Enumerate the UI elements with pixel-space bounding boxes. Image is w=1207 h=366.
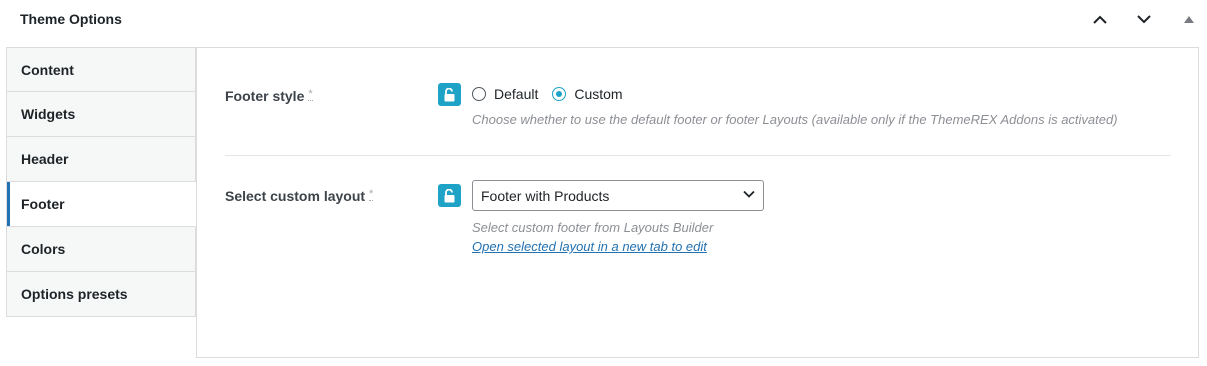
move-up-button[interactable] <box>1089 8 1111 30</box>
tab-options-presets[interactable]: Options presets <box>6 272 196 317</box>
footer-style-lock-button[interactable] <box>438 83 461 106</box>
radio-circle <box>472 87 486 101</box>
custom-layout-select-value: Footer with Products <box>481 187 610 204</box>
tab-content[interactable]: Content <box>6 47 196 92</box>
tab-widgets[interactable]: Widgets <box>6 92 196 137</box>
tab-header[interactable]: Header <box>6 137 196 182</box>
row-divider <box>225 155 1171 156</box>
chevron-down-icon <box>1137 14 1151 23</box>
footer-style-custom-radio[interactable]: Custom <box>552 86 623 102</box>
unlock-icon <box>444 188 455 202</box>
required-mark: * <box>369 188 374 201</box>
custom-layout-label: Select custom layout * <box>225 188 374 204</box>
move-down-button[interactable] <box>1133 8 1155 30</box>
options-panel: Footer style * Default Custom Choose whet… <box>196 47 1199 358</box>
custom-layout-description: Select custom footer from Layouts Builde… <box>472 220 714 235</box>
select-chevron-down-icon <box>743 190 755 198</box>
required-mark: * <box>308 88 313 101</box>
radio-circle-checked <box>552 87 567 101</box>
options-sidebar: Content Widgets Header Footer Colors Opt… <box>6 47 196 317</box>
radio-label-default: Default <box>494 86 539 102</box>
radio-label-custom: Custom <box>574 86 623 102</box>
triangle-up-icon <box>1184 15 1194 23</box>
open-layout-link[interactable]: Open selected layout in a new tab to edi… <box>472 239 707 254</box>
metabox-header: Theme Options <box>0 0 1207 38</box>
footer-style-label: Footer style * <box>225 88 313 104</box>
toggle-panel-button[interactable] <box>1178 8 1200 30</box>
tab-footer[interactable]: Footer <box>6 182 196 227</box>
footer-style-label-text: Footer style <box>225 88 305 104</box>
tab-colors[interactable]: Colors <box>6 227 196 272</box>
chevron-up-icon <box>1093 15 1107 24</box>
footer-style-default-radio[interactable]: Default <box>472 86 538 102</box>
footer-style-description: Choose whether to use the default footer… <box>472 112 1118 127</box>
custom-layout-select[interactable]: Footer with Products <box>472 180 764 211</box>
custom-layout-label-text: Select custom layout <box>225 188 366 204</box>
metabox-title: Theme Options <box>20 11 122 27</box>
unlock-icon <box>444 87 455 101</box>
footer-style-radio-group: Default Custom <box>472 86 637 102</box>
custom-layout-lock-button[interactable] <box>438 184 461 207</box>
